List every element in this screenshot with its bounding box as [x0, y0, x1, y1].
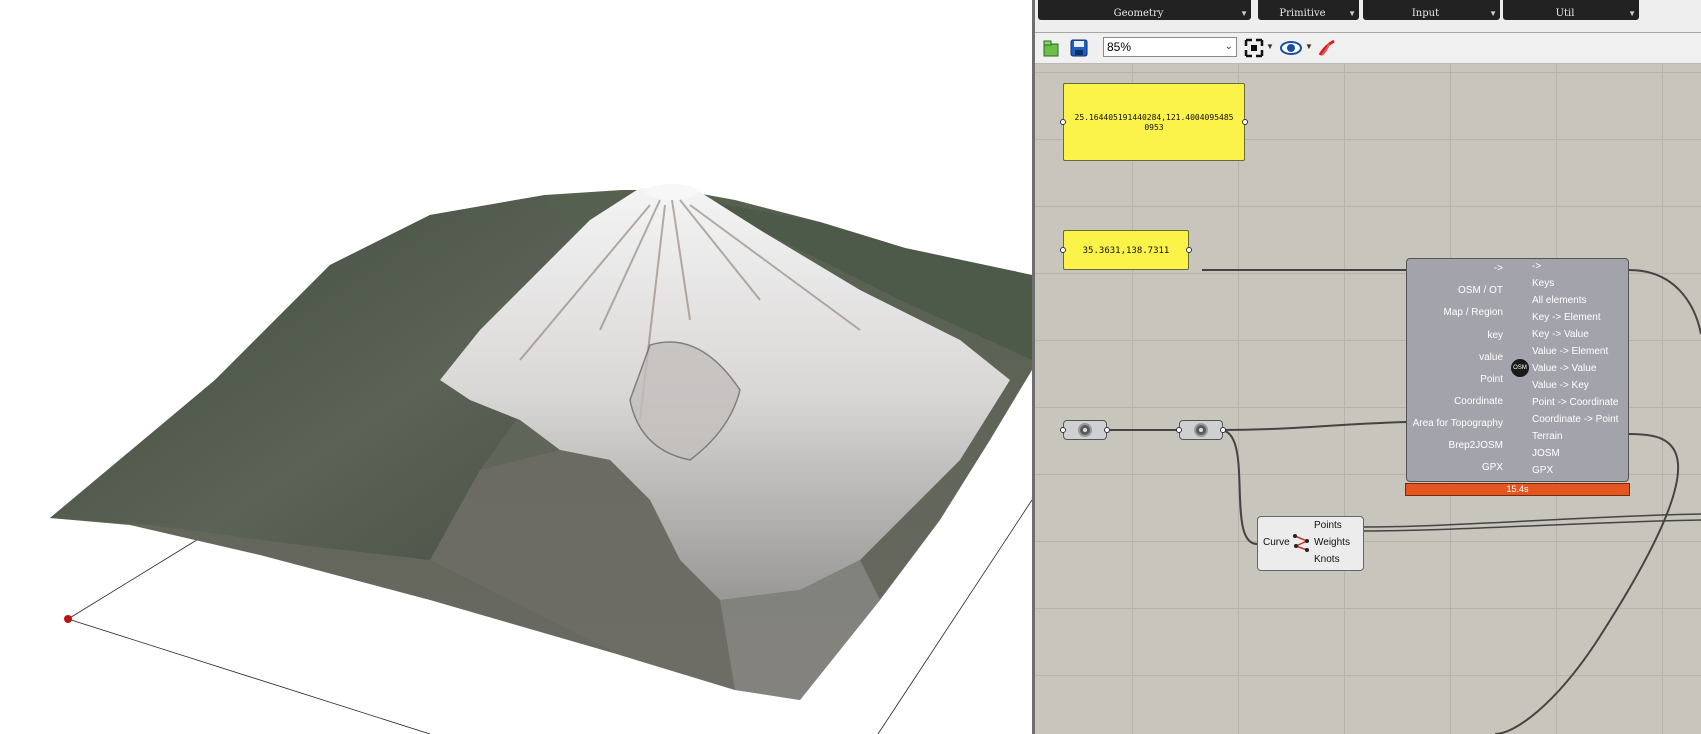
output-grip[interactable]	[1186, 247, 1192, 253]
input-param[interactable]: key	[1487, 329, 1503, 343]
grasshopper-canvas[interactable]: 25.164405191440284,121.4004095485 0953 3…	[1035, 64, 1701, 734]
osm-plugin-icon: OSM	[1511, 359, 1529, 377]
bbox-line	[67, 618, 431, 734]
input-param[interactable]: Point	[1480, 373, 1503, 387]
output-param[interactable]: Value -> Value	[1532, 362, 1596, 376]
input-grip[interactable]	[1060, 427, 1066, 433]
input-param[interactable]: Map / Region	[1444, 306, 1503, 320]
output-param[interactable]: Terrain	[1532, 430, 1563, 444]
wire	[1363, 513, 1701, 528]
input-grip[interactable]	[1060, 119, 1066, 125]
profiler-timer: 15.4s	[1405, 483, 1630, 496]
output-param[interactable]: ->	[1532, 260, 1541, 274]
output-param[interactable]: Coordinate -> Point	[1532, 413, 1618, 427]
bbox-line	[67, 537, 201, 620]
ribbon-group-input[interactable]: Input ▼	[1363, 0, 1500, 20]
output-param[interactable]: Value -> Element	[1532, 345, 1608, 359]
output-param[interactable]: JOSM	[1532, 447, 1560, 461]
ribbon-group-label: Primitive	[1279, 8, 1326, 19]
output-param[interactable]: Key -> Value	[1532, 328, 1589, 342]
output-param[interactable]: Points	[1314, 520, 1342, 531]
wire	[1219, 429, 1258, 545]
eye-icon[interactable]	[1279, 36, 1303, 60]
output-param[interactable]: Keys	[1532, 277, 1554, 291]
origin-point-icon[interactable]	[64, 615, 72, 623]
output-param[interactable]: GPX	[1532, 464, 1553, 478]
param-icon	[1194, 423, 1208, 437]
component-ribbon: Geometry ▼ Primitive ▼ Input ▼ Util ▼	[1035, 0, 1701, 33]
input-param[interactable]: Coordinate	[1454, 395, 1503, 409]
ribbon-group-primitive[interactable]: Primitive ▼	[1258, 0, 1359, 20]
chevron-down-icon[interactable]: ⌄	[1225, 38, 1233, 56]
coordinate-panel[interactable]: 25.164405191440284,121.4004095485 0953	[1063, 83, 1245, 161]
ribbon-group-label: Geometry	[1113, 8, 1164, 19]
zoom-select[interactable]: 85% ⌄	[1103, 37, 1237, 57]
output-param[interactable]: Weights	[1314, 537, 1350, 548]
input-param[interactable]: GPX	[1482, 461, 1503, 475]
osm-component[interactable]: -> OSM / OT Map / Region key value Point…	[1406, 258, 1629, 482]
save-icon[interactable]	[1067, 36, 1091, 60]
output-grip[interactable]	[1220, 427, 1226, 433]
chevron-down-icon[interactable]: ▼	[1305, 42, 1313, 51]
input-param[interactable]: Area for Topography	[1413, 417, 1503, 431]
ribbon-group-geometry[interactable]: Geometry ▼	[1038, 0, 1251, 20]
open-file-icon[interactable]	[1039, 36, 1063, 60]
expand-arrow-icon[interactable]: ▼	[1489, 9, 1497, 18]
canvas-toolbar: 85% ⌄ ▼ ▼	[1035, 33, 1701, 64]
input-grip[interactable]	[1060, 247, 1066, 253]
control-points-component[interactable]: Curve Points Weights Knots	[1257, 516, 1364, 571]
output-param[interactable]: Key -> Element	[1532, 311, 1601, 325]
coordinate-panel[interactable]: 35.3631,138.7311	[1063, 230, 1189, 270]
output-grip[interactable]	[1242, 119, 1248, 125]
panel-text: 25.164405191440284,121.4004095485 0953	[1074, 113, 1234, 132]
timer-value: 15.4s	[1506, 484, 1529, 494]
expand-arrow-icon[interactable]: ▼	[1240, 9, 1248, 18]
rhino-viewport[interactable]	[0, 0, 1032, 734]
wire	[1219, 421, 1407, 431]
expand-arrow-icon[interactable]: ▼	[1628, 9, 1636, 18]
panel-text: 35.3631,138.7311	[1082, 246, 1170, 256]
grasshopper-window: Geometry ▼ Primitive ▼ Input ▼ Util ▼ 85…	[1035, 0, 1701, 734]
zoom-value: 85%	[1107, 40, 1132, 54]
output-param[interactable]: Point -> Coordinate	[1532, 396, 1618, 410]
terrain-render	[50, 184, 1032, 734]
ribbon-group-label: Util	[1555, 8, 1575, 19]
param-icon	[1078, 423, 1092, 437]
output-param[interactable]: All elements	[1532, 294, 1586, 308]
expand-arrow-icon[interactable]: ▼	[1348, 9, 1356, 18]
output-grip[interactable]	[1104, 427, 1110, 433]
input-param[interactable]: ->	[1494, 262, 1503, 276]
control-points-icon	[1292, 533, 1310, 556]
parameter-node[interactable]	[1063, 420, 1107, 440]
input-param[interactable]: Curve	[1263, 537, 1290, 548]
input-param[interactable]: Brep2JOSM	[1449, 439, 1503, 453]
zoom-extents-icon[interactable]	[1242, 36, 1266, 60]
input-param[interactable]: value	[1479, 351, 1503, 365]
input-grip[interactable]	[1176, 427, 1182, 433]
input-param[interactable]: OSM / OT	[1458, 284, 1503, 298]
output-param[interactable]: Value -> Key	[1532, 379, 1589, 393]
wire	[1628, 269, 1701, 335]
parameter-node[interactable]	[1179, 420, 1223, 440]
ribbon-group-util[interactable]: Util ▼	[1503, 0, 1639, 20]
ribbon-group-label: Input	[1411, 8, 1440, 19]
sketch-pen-icon[interactable]	[1315, 36, 1339, 60]
chevron-down-icon[interactable]: ▼	[1266, 42, 1274, 51]
output-param[interactable]: Knots	[1314, 554, 1340, 565]
